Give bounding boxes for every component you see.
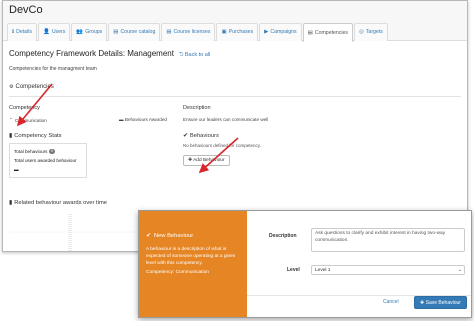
- arrow-to-add-behaviour: [198, 137, 239, 174]
- screenshot-stage: DevCo ℹ Details 👤 Users 👥 Groups ▤ Course catal…: [0, 0, 474, 321]
- arrow-to-communication: [16, 83, 53, 127]
- annotation-arrows: [16, 83, 239, 174]
